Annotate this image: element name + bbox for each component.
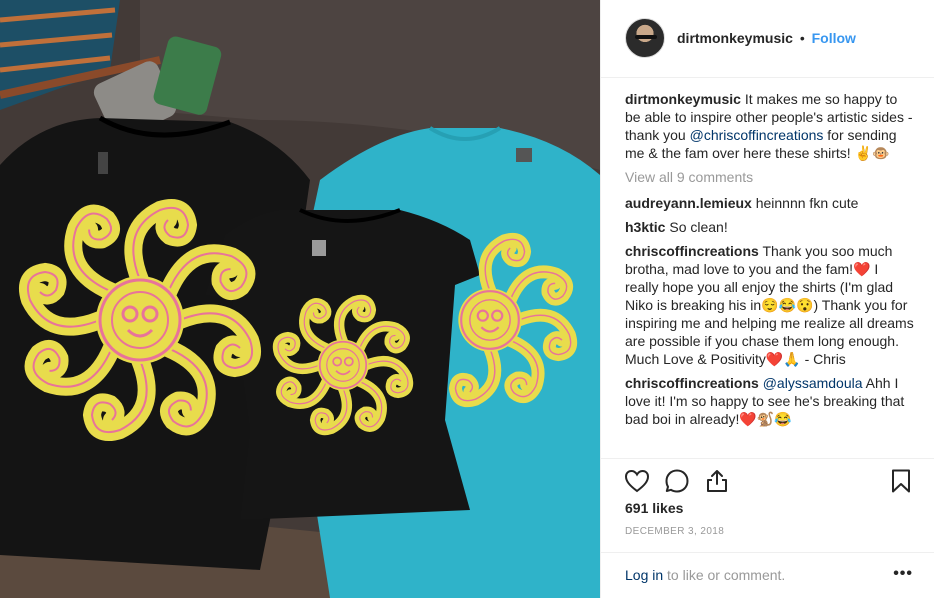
post-header: dirtmonkeymusic • Follow: [601, 0, 934, 78]
comment-text: Thank you soo much brotha, mad love to y…: [625, 243, 914, 367]
like-count[interactable]: 691 likes: [625, 500, 683, 516]
post-side-panel: dirtmonkeymusic • Follow dirtmonkeymusic…: [600, 0, 934, 598]
caption-mention[interactable]: @chriscoffincreations: [690, 127, 824, 143]
login-prompt-text: to like or comment.: [663, 567, 786, 583]
comments-section[interactable]: dirtmonkeymusic It makes me so happy to …: [625, 90, 915, 458]
comment-username[interactable]: chriscoffincreations: [625, 375, 759, 391]
comment-text: So clean!: [665, 219, 728, 235]
comment-item: audreyann.lemieux heinnnn fkn cute: [625, 194, 915, 212]
login-link[interactable]: Log in: [625, 567, 663, 583]
comment-icon[interactable]: [663, 467, 691, 495]
heart-icon[interactable]: [623, 467, 651, 495]
avatar[interactable]: [625, 18, 665, 58]
post-actions-bar: [601, 458, 934, 502]
header-line: dirtmonkeymusic • Follow: [677, 30, 856, 46]
view-all-comments-link[interactable]: View all 9 comments: [625, 168, 915, 186]
caption-username[interactable]: dirtmonkeymusic: [625, 91, 741, 107]
post-photo: [0, 0, 600, 598]
login-prompt: Log in to like or comment.: [625, 567, 785, 583]
shirts-photo-illustration: [0, 0, 600, 598]
more-options-icon[interactable]: •••: [893, 565, 913, 583]
comment-item: chriscoffincreations @alyssamdoula Ahh I…: [625, 374, 915, 428]
bookmark-icon[interactable]: [887, 467, 915, 495]
comment-item: h3ktic So clean!: [625, 218, 915, 236]
follow-button[interactable]: Follow: [812, 30, 856, 46]
comment-mention[interactable]: @alyssamdoula: [763, 375, 863, 391]
comment-item: chriscoffincreations Thank you soo much …: [625, 242, 915, 368]
comment-username[interactable]: audreyann.lemieux: [625, 195, 752, 211]
post-date: DECEMBER 3, 2018: [625, 526, 725, 537]
comment-text: heinnnn fkn cute: [751, 195, 859, 211]
caption: dirtmonkeymusic It makes me so happy to …: [625, 90, 915, 162]
separator-dot: •: [799, 30, 805, 46]
post-footer: Log in to like or comment. •••: [601, 552, 934, 598]
author-username[interactable]: dirtmonkeymusic: [677, 30, 793, 46]
comment-username[interactable]: chriscoffincreations: [625, 243, 759, 259]
share-icon[interactable]: [703, 467, 731, 495]
comment-username[interactable]: h3ktic: [625, 219, 665, 235]
